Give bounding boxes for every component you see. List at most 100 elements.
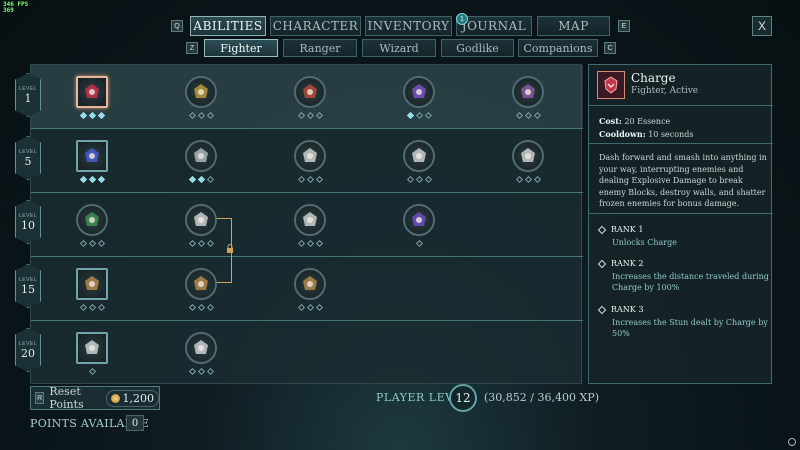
key-hint-z[interactable]: Z [186,42,198,54]
ability-glyph [303,84,317,98]
rank-pips [290,175,330,184]
reset-points-label: Reset Points [49,385,84,411]
rank-entry: RANK 1 Unlocks Charge [597,225,769,248]
charge-ability-icon[interactable] [76,76,108,108]
key-hint-q[interactable]: Q [171,20,183,32]
rank-pips [72,175,112,184]
close-button[interactable]: X [752,16,772,36]
war-cry-ability-icon[interactable] [403,76,435,108]
settings-icon[interactable] [788,438,796,446]
rank-pips [181,367,221,376]
ability-glyph [85,276,99,290]
rank-pips [72,303,112,312]
diamond-icon [597,259,607,268]
key-hint-e[interactable]: E [618,20,630,32]
rank-pip [406,111,414,120]
level-badge: LEVEL 20 [15,328,41,372]
key-hint-r[interactable]: R [35,392,45,404]
reset-points-bar[interactable]: R Reset Points 1,200 [30,385,160,411]
subtab-fighter[interactable]: Fighter [204,39,278,57]
rank-pip [297,239,305,248]
points-available-value: 0 [126,415,144,431]
rank-pip [206,239,214,248]
charge-detail-icon [597,71,625,99]
rank-pips [181,303,221,312]
ability-glyph [521,148,535,162]
rank-pip [79,303,87,312]
rank-pips [290,303,330,312]
burst-ability-icon[interactable] [185,332,217,364]
tab-abilities[interactable]: ABILITIES [190,16,266,36]
divider [589,105,773,106]
ability-description: Dash forward and smash into anything in … [599,153,767,208]
ability-glyph [194,148,208,162]
ability-glyph [521,84,535,98]
level-badge: LEVEL 1 [15,73,41,117]
rank-pip [206,111,214,120]
heart-ability-icon[interactable] [512,76,544,108]
shield-bash-ability-icon[interactable] [294,76,326,108]
locked-fist-ability-icon[interactable] [185,268,217,300]
ability-glyph [194,84,208,98]
regen-ability-icon[interactable] [76,204,108,236]
hammer-ability-icon[interactable] [76,332,108,364]
ability-glyph [412,84,426,98]
rank-pip [197,239,205,248]
divider [589,213,773,214]
banner-ability-icon[interactable] [185,140,217,172]
rank-pip [188,239,196,248]
rank-pip [533,175,541,184]
level-number: 15 [21,282,35,296]
subtab-ranger[interactable]: Ranger [283,39,357,57]
tab-map[interactable]: MAP [537,16,610,36]
rank-pip [88,111,96,120]
rank-pip [315,303,323,312]
gauntlet-ability-icon[interactable] [76,268,108,300]
ability-glyph [303,148,317,162]
rank-pip [315,111,323,120]
ability-glyph [194,276,208,290]
rank-pip [97,111,105,120]
double-axe-ability-icon[interactable] [512,140,544,172]
cannon-ability-icon[interactable] [294,204,326,236]
rank-pip [524,111,532,120]
rank-title: RANK 3 [611,305,644,314]
rank-description: Unlocks Charge [612,238,677,247]
tab-inventory[interactable]: INVENTORY [365,16,452,36]
rank-pip [188,111,196,120]
tab-character[interactable]: CHARACTER [270,16,361,36]
rank-pip [88,367,96,376]
rank-pip [97,303,105,312]
locked-glove-ability-icon[interactable] [294,268,326,300]
rank-pips [290,239,330,248]
leap-ability-icon[interactable] [76,140,108,172]
tree-connector [216,218,232,219]
rank-description: Increases the distance traveled during C… [612,272,769,292]
reset-cost-value: 1,200 [122,391,155,405]
level-number: 1 [24,91,32,105]
rank-pips [508,111,548,120]
rank-pip [206,303,214,312]
rank-pips [399,111,439,120]
fps-counter: 346 FPS 369 [3,2,28,14]
diamond-icon [597,305,607,314]
axe-throw-ability-icon[interactable] [403,140,435,172]
key-hint-c[interactable]: C [604,42,616,54]
subtab-godlike[interactable]: Godlike [441,39,514,57]
rank-pips [399,239,439,248]
rank-pip [79,111,87,120]
rank-pip [306,303,314,312]
tree-connector [216,282,232,283]
rank-pip [197,175,205,184]
subtab-wizard[interactable]: Wizard [362,39,436,57]
level-row-20 [31,321,583,385]
rank-pips [181,111,221,120]
crossed-swords-ability-icon[interactable] [403,204,435,236]
rank-pip [315,175,323,184]
shield-slash-ability-icon[interactable] [185,204,217,236]
fist-ability-icon[interactable] [294,140,326,172]
subtab-companions[interactable]: Companions [518,39,598,57]
heroic-armor-ability-icon[interactable] [185,76,217,108]
rank-pip [297,303,305,312]
ability-subtitle: Fighter, Active [631,86,699,96]
